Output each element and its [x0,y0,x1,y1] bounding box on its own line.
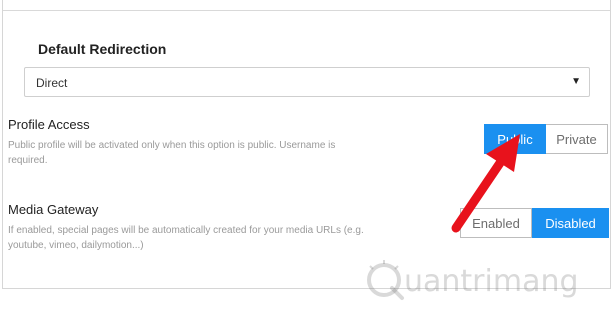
media-gateway-description: If enabled, special pages will be automa… [8,225,364,251]
top-divider [2,0,611,11]
settings-panel: Default Redirection Direct ▼ Profile Acc… [0,0,613,324]
left-border [2,10,3,288]
profile-access-title: Profile Access [8,117,90,132]
profile-access-description: Public profile will be activated only wh… [8,140,336,166]
media-gateway-title: Media Gateway [8,202,99,217]
watermark-text: uantrimang [404,264,579,299]
quantrimang-logo-icon [367,260,404,300]
default-redirection-select[interactable]: Direct ▼ [24,67,590,97]
private-option-button[interactable]: Private [546,124,608,154]
red-arrow-icon [451,134,520,233]
default-redirection-label: Default Redirection [38,41,167,57]
caret-down-icon: ▼ [571,76,581,87]
right-border [610,10,611,288]
default-redirection-value: Direct [36,76,68,90]
watermark: uantrimang [362,256,582,306]
disabled-option-button[interactable]: Disabled [532,208,609,238]
